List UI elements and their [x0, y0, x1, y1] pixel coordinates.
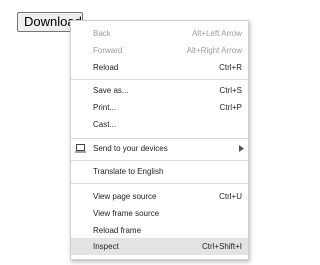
menu-item-print[interactable]: Print... Ctrl+P: [71, 99, 248, 116]
submenu-arrow-icon: [239, 145, 244, 152]
menu-separator: [71, 160, 248, 161]
menu-item-label: Reload frame: [93, 226, 142, 235]
menu-item-send-to-devices[interactable]: Send to your devices: [71, 140, 248, 157]
context-menu: Back Alt+Left Arrow Forward Alt+Right Ar…: [70, 20, 249, 260]
menu-item-shortcut: Alt+Left Arrow: [191, 29, 242, 38]
menu-item-label: Back: [93, 29, 111, 38]
menu-separator: [71, 79, 248, 80]
menu-item-reload-frame[interactable]: Reload frame: [71, 222, 248, 239]
menu-item-shortcut: Ctrl+Shift+I: [201, 242, 242, 251]
menu-item-label: View page source: [93, 192, 157, 201]
menu-item-inspect[interactable]: Inspect Ctrl+Shift+I: [71, 238, 248, 255]
menu-item-label: Forward: [93, 46, 123, 55]
menu-item-shortcut: Ctrl+S: [219, 86, 242, 95]
menu-item-label: Translate to English: [93, 167, 164, 176]
menu-item-label: Print...: [93, 103, 117, 112]
menu-item-label: Cast...: [93, 120, 117, 129]
menu-item-reload[interactable]: Reload Ctrl+R: [71, 59, 248, 76]
menu-item-label: Send to your devices: [93, 144, 168, 153]
menu-item-translate[interactable]: Translate to English: [71, 163, 248, 180]
menu-item-view-frame-source[interactable]: View frame source: [71, 205, 248, 222]
menu-item-back[interactable]: Back Alt+Left Arrow: [71, 25, 248, 42]
menu-item-shortcut: Ctrl+P: [219, 103, 242, 112]
menu-item-forward[interactable]: Forward Alt+Right Arrow: [71, 42, 248, 59]
menu-item-label: Reload: [93, 63, 119, 72]
menu-item-shortcut: Ctrl+U: [219, 192, 242, 201]
menu-item-view-page-source[interactable]: View page source Ctrl+U: [71, 188, 248, 205]
menu-separator: [71, 183, 248, 184]
menu-item-shortcut: Ctrl+R: [219, 63, 242, 72]
laptop-icon: [75, 144, 86, 153]
menu-item-label: Inspect: [93, 242, 119, 251]
menu-separator: [71, 138, 248, 139]
menu-item-shortcut: Alt+Right Arrow: [186, 46, 242, 55]
menu-item-label: View frame source: [93, 209, 160, 218]
menu-item-label: Save as...: [93, 86, 129, 95]
menu-item-cast[interactable]: Cast...: [71, 116, 248, 133]
menu-item-save-as[interactable]: Save as... Ctrl+S: [71, 82, 248, 99]
